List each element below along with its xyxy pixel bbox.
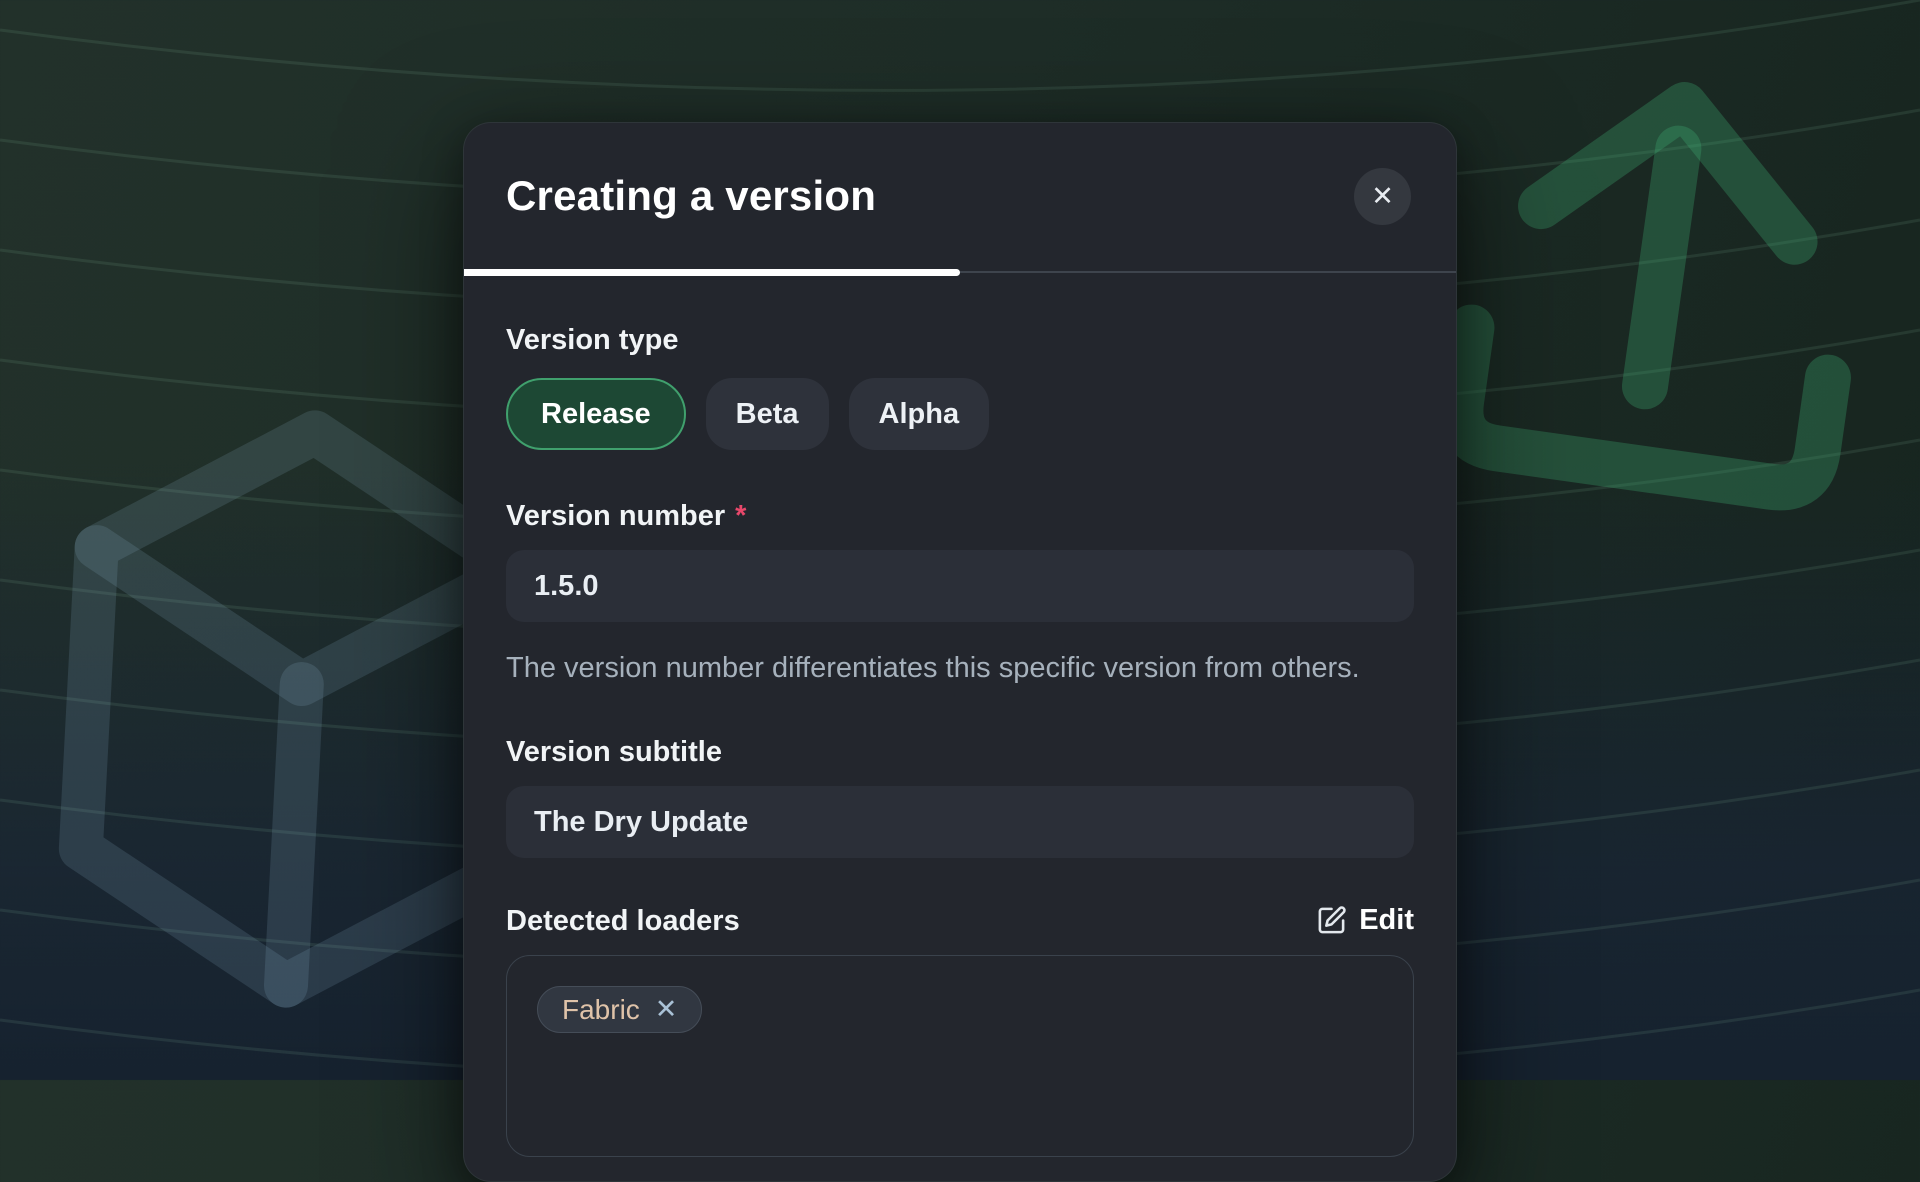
edit-loaders-button[interactable]: Edit	[1316, 904, 1414, 937]
progress-bar	[464, 269, 1456, 276]
version-subtitle-label: Version subtitle	[506, 736, 1414, 768]
version-type-label: Version type	[506, 324, 1414, 356]
close-button[interactable]: ✕	[1354, 168, 1411, 225]
loader-chip-fabric: Fabric ✕	[537, 986, 702, 1033]
progress-fill	[464, 269, 960, 276]
version-type-alpha-button[interactable]: Alpha	[849, 378, 990, 450]
chip-remove-icon[interactable]: ✕	[655, 996, 678, 1023]
detected-loaders-header: Detected loaders Edit	[506, 904, 1414, 937]
cube-icon	[74, 421, 526, 996]
upload-icon	[1455, 80, 1862, 493]
version-number-input[interactable]	[506, 550, 1414, 622]
version-number-help: The version number differentiates this s…	[506, 646, 1414, 690]
version-type-beta-button[interactable]: Beta	[706, 378, 829, 450]
version-number-label-row: Version number *	[506, 500, 1414, 532]
version-subtitle-input[interactable]	[506, 786, 1414, 858]
modal-content: Version type Release Beta Alpha Version …	[464, 324, 1456, 1157]
close-icon: ✕	[1371, 183, 1394, 210]
edit-label: Edit	[1359, 904, 1414, 937]
version-type-release-button[interactable]: Release	[506, 378, 686, 450]
version-type-options: Release Beta Alpha	[506, 378, 1414, 450]
modal-header: Creating a version ✕	[464, 123, 1456, 219]
required-asterisk: *	[735, 500, 746, 532]
chip-label: Fabric	[562, 994, 640, 1026]
edit-icon	[1316, 905, 1347, 936]
version-number-label: Version number	[506, 500, 725, 532]
modal-title: Creating a version	[506, 173, 1414, 219]
detected-loaders-label: Detected loaders	[506, 905, 740, 937]
detected-loaders-box: Fabric ✕	[506, 955, 1414, 1157]
create-version-modal: Creating a version ✕ Version type Releas…	[463, 122, 1457, 1182]
